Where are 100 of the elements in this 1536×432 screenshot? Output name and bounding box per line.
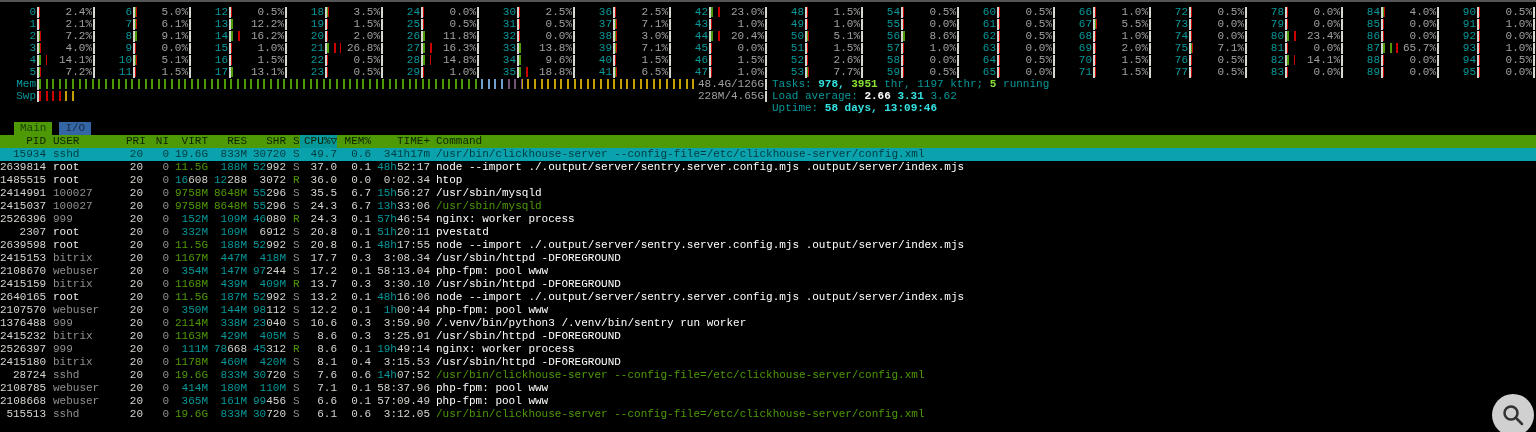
process-row[interactable]: 2526397 999 20 0 111M 78668 45312 R 8.6 0.1 19h49:14 nginx: worker process [0,343,1536,356]
mem-header[interactable]: MEM% [337,135,371,148]
process-row[interactable]: 28724 sshd 20 0 19.6G 833M 30720 S 7.6 0.6 14h07:52 /usr/bin/clickhouse-server --config-file=/etc/clickhouse-server/config.xml [0,369,1536,382]
command-cell-text: /usr/sbin/httpd -DFOREGROUND [435,252,621,265]
virt-header[interactable]: VIRT [169,135,208,148]
search-button[interactable] [1492,394,1534,432]
process-row[interactable]: 2640165 root 20 0 11.5G 187M 52992 S 13.2 0.1 48h16:06 node --import ./.output/server/sentry.server.config.mjs .output/server/index.mjs [0,291,1536,304]
mem-cell-text: 6.7 [350,200,371,213]
summary-text: Uptime: [772,101,819,115]
state-cell-text: S [292,239,300,252]
shr-cell-text: 30720 [252,148,286,161]
meter-label: 86 [1365,29,1380,43]
process-row[interactable]: 15934 sshd 20 0 19.6G 833M 30720 S 49.7 0.6 341h17m /usr/bin/clickhouse-server --config-file=/etc/clickhouse-server/config.xml [0,148,1536,161]
meter-reading: 0.0% [1311,66,1340,78]
priority-cell-text: 20 [128,265,143,278]
cpu-cell-text: 13.2 [309,291,337,304]
meter-label: 22 [309,53,324,67]
time-cell-text: 48h52:17 [376,161,430,174]
time-cell-text: 48h17:55 [376,239,430,252]
meter-reading: 0.0% [1023,66,1052,78]
process-row[interactable]: 2414991 100027 20 0 9758M 8648M 55296 S 35.5 6.7 15h56:27 /usr/sbin/mysqld [0,187,1536,200]
time-cell-text: 3:12.05 [382,408,430,421]
process-row[interactable]: 515513 sshd 20 0 19.6G 833M 30720 S 6.1 0.6 3:12.05 /usr/bin/clickhouse-server --config-file=/etc/clickhouse-server/config.xml [0,408,1536,421]
meter-reading: 0.0% [1311,6,1340,18]
state-header[interactable]: S [286,135,300,148]
meter-reading: 0.0% [927,54,956,66]
mem-cell-text: 0.1 [350,304,371,317]
mem-cell-text: 0.1 [350,382,371,395]
res-cell-text: 460M [219,356,247,369]
process-row[interactable]: 2639814 root 20 0 11.5G 188M 52992 S 37.0 0.1 48h52:17 node --import ./.output/server/sentry.server.config.mjs .output/server/index.mjs [0,161,1536,174]
meter-label: 72 [1173,5,1188,19]
meter-label: 3 [28,41,36,55]
user-cell-text: 999 [52,343,74,356]
time-cell-text: 15h56:27 [376,187,430,200]
user-cell-text: root [52,226,81,239]
meter-reading: 0.0% [447,6,476,18]
virt-cell-text: 414M [180,382,208,395]
time-cell-text: 0:02.34 [382,174,430,187]
search-icon [1501,403,1525,427]
process-row[interactable]: 2107570 webuser 20 0 350M 144M 98112 S 12.2 0.1 1h00:44 php-fpm: pool www [0,304,1536,317]
priority-cell-text: 20 [128,226,143,239]
priority-cell-text: 20 [128,200,143,213]
mem-cell-text: 0.1 [350,343,371,356]
pid-cell-text: 28724 [12,369,46,382]
process-row[interactable]: 2639598 root 20 0 11.5G 188M 52992 S 20.8 0.1 48h17:55 node --import ./.output/server/sentry.server.config.mjs .output/server/index.mjs [0,239,1536,252]
process-row[interactable]: 1376488 999 20 0 2114M 338M 23040 S 10.6 0.3 3:59.90 /.venv/bin/python3 /.venv/bin/sentry run worker [0,317,1536,330]
process-row[interactable]: 2108785 webuser 20 0 414M 180M 110M S 7.1 0.1 58:37.96 php-fpm: pool www [0,382,1536,395]
process-row[interactable]: 2415037 100027 20 0 9758M 8648M 55296 S 24.3 6.7 13h33:06 /usr/sbin/mysqld [0,200,1536,213]
meter-label: 6 [124,5,132,19]
shr-cell-text: 418M [258,252,286,265]
command-cell-text: node --import ./.output/server/sentry.server.config.mjs .output/server/index.mjs [435,239,965,252]
meter-reading: 12.2% [249,18,284,30]
priority-header[interactable]: PRI [126,135,143,148]
time-cell-text: 51h20:11 [376,226,430,239]
process-row[interactable]: 2307 root 20 0 332M 109M 6912 S 20.8 0.1 51h20:11 pvestatd [0,226,1536,239]
user-cell-text: 999 [52,317,74,330]
state-cell-text: S [292,291,300,304]
nice-cell-text: 0 [161,213,169,226]
cpu-cell-text: 17.2 [309,265,337,278]
process-row[interactable]: 2415180 bitrix 20 0 1178M 460M 420M S 8.1 0.4 3:15.53 /usr/sbin/httpd -DFOREGROUND [0,356,1536,369]
process-row[interactable]: 2415153 bitrix 20 0 1167M 447M 418M S 17.7 0.3 3:08.34 /usr/sbin/httpd -DFOREGROUND [0,252,1536,265]
state-cell-text: S [292,395,300,408]
meter-reading: 0.5% [1503,54,1532,66]
tab[interactable]: Main [14,122,53,135]
res-cell-text: 338M [219,317,247,330]
meter-reading: 1.5% [831,6,860,18]
cpu-cell-text: 6.6 [316,395,337,408]
time-header[interactable]: TIME+ [371,135,430,148]
cpu-cell-text: 20.8 [309,226,337,239]
pid-cell: 2639814 [0,161,46,174]
meter-reading: 2.5% [543,6,572,18]
summary-text: 2.66 [864,89,891,103]
meter-reading: 1.0% [831,18,860,30]
command-cell-text: /usr/bin/clickhouse-server --config-file=/etc/clickhouse-server/config.xml [435,369,925,382]
command-cell-text: /.venv/bin/python3 /.venv/bin/sentry run worker [435,317,747,330]
process-row[interactable]: 2526396 999 20 0 152M 109M 46080 R 24.3 0.1 57h46:54 nginx: worker process [0,213,1536,226]
process-row[interactable]: 1485515 root 20 0 16608 12288 3072 R 36.0 0.0 0:02.34 htop [0,174,1536,187]
user-header[interactable]: USER [46,135,126,148]
pid-header[interactable]: PID [0,135,46,148]
res-header[interactable]: RES [208,135,247,148]
meter-label: 91 [1461,17,1476,31]
meter-label: 56 [885,29,900,43]
process-row[interactable]: 2108668 webuser 20 0 365M 161M 99456 S 6.6 0.1 57:09.49 php-fpm: pool www [0,395,1536,408]
meter-label: 95 [1461,65,1476,79]
mem-cell-text: 0.1 [350,239,371,252]
user-cell-text: 100027 [52,187,94,200]
shr-header[interactable]: SHR [247,135,286,148]
meter-label: 61 [981,17,996,31]
command-header[interactable]: Command [430,135,483,148]
meter-label: 88 [1365,53,1380,67]
command-cell-text: /usr/sbin/httpd -DFOREGROUND [435,330,621,343]
process-row[interactable]: 2108670 webuser 20 0 354M 147M 97244 S 17.2 0.1 58:13.04 php-fpm: pool www [0,265,1536,278]
process-row[interactable]: 2415159 bitrix 20 0 1168M 439M 409M R 13.7 0.3 3:30.10 /usr/sbin/httpd -DFOREGROUND [0,278,1536,291]
cpu-cell-text: 10.6 [309,317,337,330]
cpu-header[interactable]: CPU%▽ [300,135,337,148]
process-row[interactable]: 2415232 bitrix 20 0 1163M 429M 405M S 8.6 0.3 3:25.91 /usr/sbin/httpd -DFOREGROUND [0,330,1536,343]
meter-reading: 2.4% [63,6,92,18]
shr-cell-text: 405M [258,330,286,343]
nice-cell-text: 0 [161,265,169,278]
meter-reading: 7.1% [639,42,668,54]
